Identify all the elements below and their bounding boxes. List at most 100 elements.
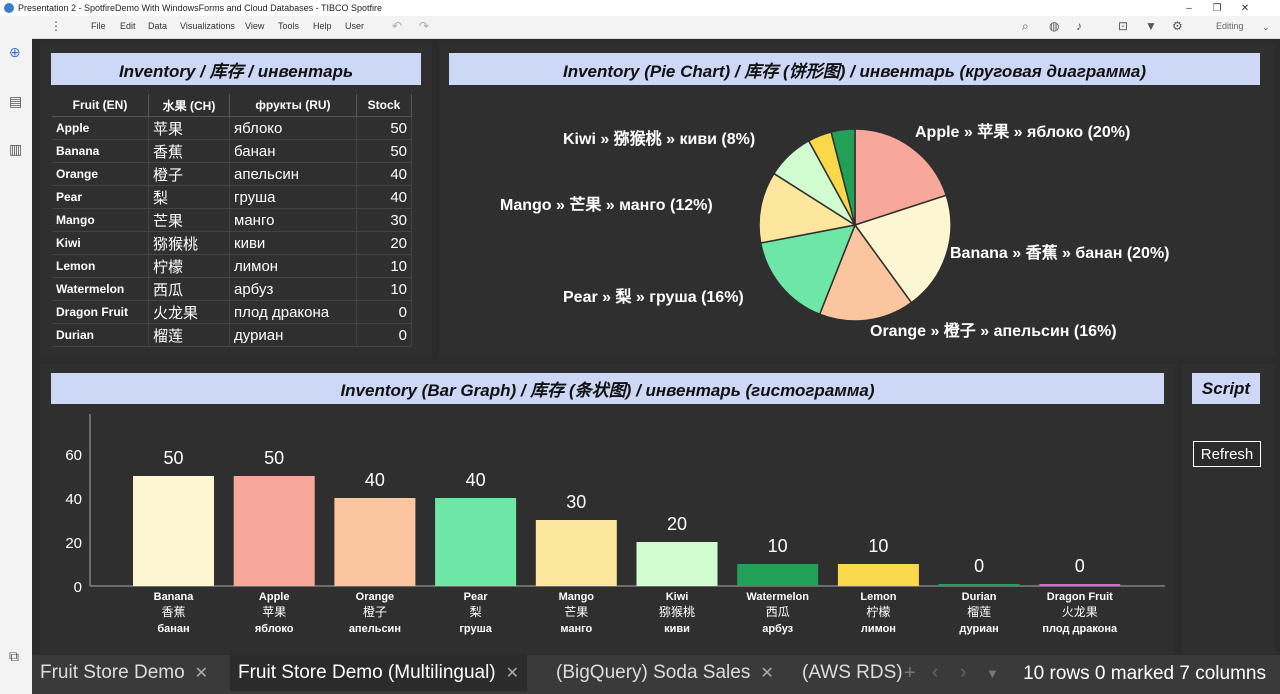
x-tick-label: 梨 xyxy=(470,605,482,619)
visualization-icon[interactable]: ▥ xyxy=(9,141,22,158)
bar[interactable] xyxy=(133,476,214,586)
filter-icon[interactable]: ▼ xyxy=(1145,19,1157,33)
bar[interactable] xyxy=(636,542,718,586)
tab-bigquery-soda-sales[interactable]: (BigQuery) Soda Sales ✕ xyxy=(556,655,774,691)
bookmark-icon[interactable]: ⊡ xyxy=(1118,19,1128,33)
table-row[interactable]: Banana 香蕉 банан 50 xyxy=(52,139,412,163)
menu-edit[interactable]: Edit xyxy=(120,21,136,31)
x-tick-label: лимон xyxy=(861,623,896,635)
bar[interactable] xyxy=(535,520,617,586)
menu-tools[interactable]: Tools xyxy=(278,21,299,31)
minimize-icon[interactable]: – xyxy=(1176,0,1202,16)
cell-stock: 40 xyxy=(356,162,412,186)
globe-icon[interactable]: ◍ xyxy=(1049,19,1059,33)
add-icon[interactable]: ⊕ xyxy=(9,44,21,61)
cell-stock: 10 xyxy=(356,277,412,301)
cell-ch: 火龙果 xyxy=(148,300,230,324)
table-title: Inventory / 库存 / инвентарь xyxy=(51,53,421,85)
bar-value-label: 40 xyxy=(466,470,486,490)
refresh-button[interactable]: Refresh xyxy=(1193,441,1261,467)
table-row[interactable]: Apple 苹果 яблоко 50 xyxy=(52,116,412,140)
data-table-icon[interactable]: ▤ xyxy=(9,93,22,110)
column-header-fruit-ch[interactable]: 水果 (CH) xyxy=(148,94,230,117)
close-tab-icon[interactable]: ✕ xyxy=(506,663,519,683)
bar-title: Inventory (Bar Graph) / 库存 (条状图) / инвен… xyxy=(51,373,1164,404)
tab-label: Fruit Store Demo xyxy=(40,662,185,683)
mode-dropdown[interactable]: Editing xyxy=(1216,21,1244,31)
x-tick-label: 猕猴桃 xyxy=(659,604,695,619)
tab-aws-rds[interactable]: (AWS RDS) xyxy=(802,655,903,691)
cell-ru: яблоко xyxy=(229,116,357,140)
pie-title: Inventory (Pie Chart) / 库存 (饼形图) / инвен… xyxy=(449,53,1260,85)
y-tick-label: 60 xyxy=(65,447,82,464)
table-row[interactable]: Orange 橙子 апельсин 40 xyxy=(52,162,412,186)
more-options-icon[interactable]: ⋮ xyxy=(50,19,62,33)
bar[interactable] xyxy=(233,476,315,586)
menu-file[interactable]: File xyxy=(91,21,106,31)
menu-data[interactable]: Data xyxy=(148,21,167,31)
cell-en: Pear xyxy=(52,185,149,209)
bar-value-label: 40 xyxy=(365,470,385,490)
tab-fruit-store-demo-multilingual[interactable]: Fruit Store Demo (Multilingual) ✕ xyxy=(230,655,528,691)
bar-value-label: 20 xyxy=(667,514,687,534)
bar[interactable] xyxy=(737,564,819,586)
scroll-right-icon[interactable]: › xyxy=(960,655,966,691)
column-header-fruit-ru[interactable]: фрукты (RU) xyxy=(229,94,357,117)
close-window-icon[interactable]: ✕ xyxy=(1232,0,1258,16)
left-toolbar: ⊕ ▤ ▥ ⧉ xyxy=(0,16,32,694)
bar[interactable] xyxy=(938,584,1020,586)
cell-ru: апельсин xyxy=(229,162,357,186)
bar[interactable] xyxy=(435,498,517,586)
bar-value-label: 0 xyxy=(1075,556,1085,576)
menu-visualizations[interactable]: Visualizations xyxy=(180,21,235,31)
close-tab-icon[interactable]: ✕ xyxy=(195,663,208,683)
x-tick-label: 柠檬 xyxy=(866,604,890,619)
menu-user[interactable]: User xyxy=(345,21,364,31)
restore-icon[interactable]: ❐ xyxy=(1204,0,1230,16)
cell-ru: дуриан xyxy=(229,323,357,347)
script-panel xyxy=(1182,364,1275,654)
add-page-icon[interactable]: + xyxy=(904,655,916,691)
table-row[interactable]: Watermelon 西瓜 арбуз 10 xyxy=(52,277,412,301)
cell-en: Kiwi xyxy=(52,231,149,255)
script-title: Script xyxy=(1192,373,1260,404)
table-row[interactable]: Pear 梨 груша 40 xyxy=(52,185,412,209)
cell-ru: арбуз xyxy=(229,277,357,301)
pie-label-apple: Apple » 苹果 » яблоко (20%) xyxy=(915,124,1131,141)
x-tick-label: Pear xyxy=(464,591,489,603)
data-canvas-icon[interactable]: ⧉ xyxy=(9,648,19,665)
close-tab-icon[interactable]: ✕ xyxy=(760,663,773,683)
cell-ru: груша xyxy=(229,185,357,209)
column-header-fruit-en[interactable]: Fruit (EN) xyxy=(52,94,149,117)
bar[interactable] xyxy=(837,564,919,586)
redo-icon[interactable]: ↷ xyxy=(419,19,429,33)
chevron-down-icon[interactable]: ⌄ xyxy=(1262,22,1270,33)
undo-icon[interactable]: ↶ xyxy=(392,19,402,33)
tab-label: (BigQuery) Soda Sales xyxy=(556,662,751,683)
x-tick-label: Kiwi xyxy=(666,591,689,603)
search-icon[interactable]: ⌕ xyxy=(1022,19,1029,34)
x-tick-label: Lemon xyxy=(860,591,896,603)
cell-stock: 0 xyxy=(356,300,412,324)
x-tick-label: 橙子 xyxy=(363,604,387,619)
table-row[interactable]: Durian 榴莲 дуриан 0 xyxy=(52,323,412,347)
table-row[interactable]: Mango 芒果 манго 30 xyxy=(52,208,412,232)
settings-gear-icon[interactable]: ⚙ xyxy=(1172,19,1183,33)
notification-bell-icon[interactable]: ♪ xyxy=(1076,19,1082,33)
table-row[interactable]: Kiwi 猕猴桃 киви 20 xyxy=(52,231,412,255)
menu-view[interactable]: View xyxy=(245,21,264,31)
bar[interactable] xyxy=(334,498,416,586)
menu-help[interactable]: Help xyxy=(313,21,332,31)
x-tick-label: киви xyxy=(664,623,690,635)
tabs-dropdown-icon[interactable]: ▼ xyxy=(986,655,999,691)
cell-ch: 梨 xyxy=(148,185,230,209)
scroll-left-icon[interactable]: ‹ xyxy=(932,655,938,691)
x-tick-label: 榴莲 xyxy=(967,605,991,619)
x-tick-label: дуриан xyxy=(959,623,998,635)
table-row[interactable]: Lemon 柠檬 лимон 10 xyxy=(52,254,412,278)
bar[interactable] xyxy=(1039,584,1121,586)
column-header-stock[interactable]: Stock xyxy=(356,94,412,117)
table-row[interactable]: Dragon Fruit 火龙果 плод дракона 0 xyxy=(52,300,412,324)
cell-ch: 苹果 xyxy=(148,116,230,140)
tab-fruit-store-demo[interactable]: Fruit Store Demo ✕ xyxy=(40,655,208,691)
